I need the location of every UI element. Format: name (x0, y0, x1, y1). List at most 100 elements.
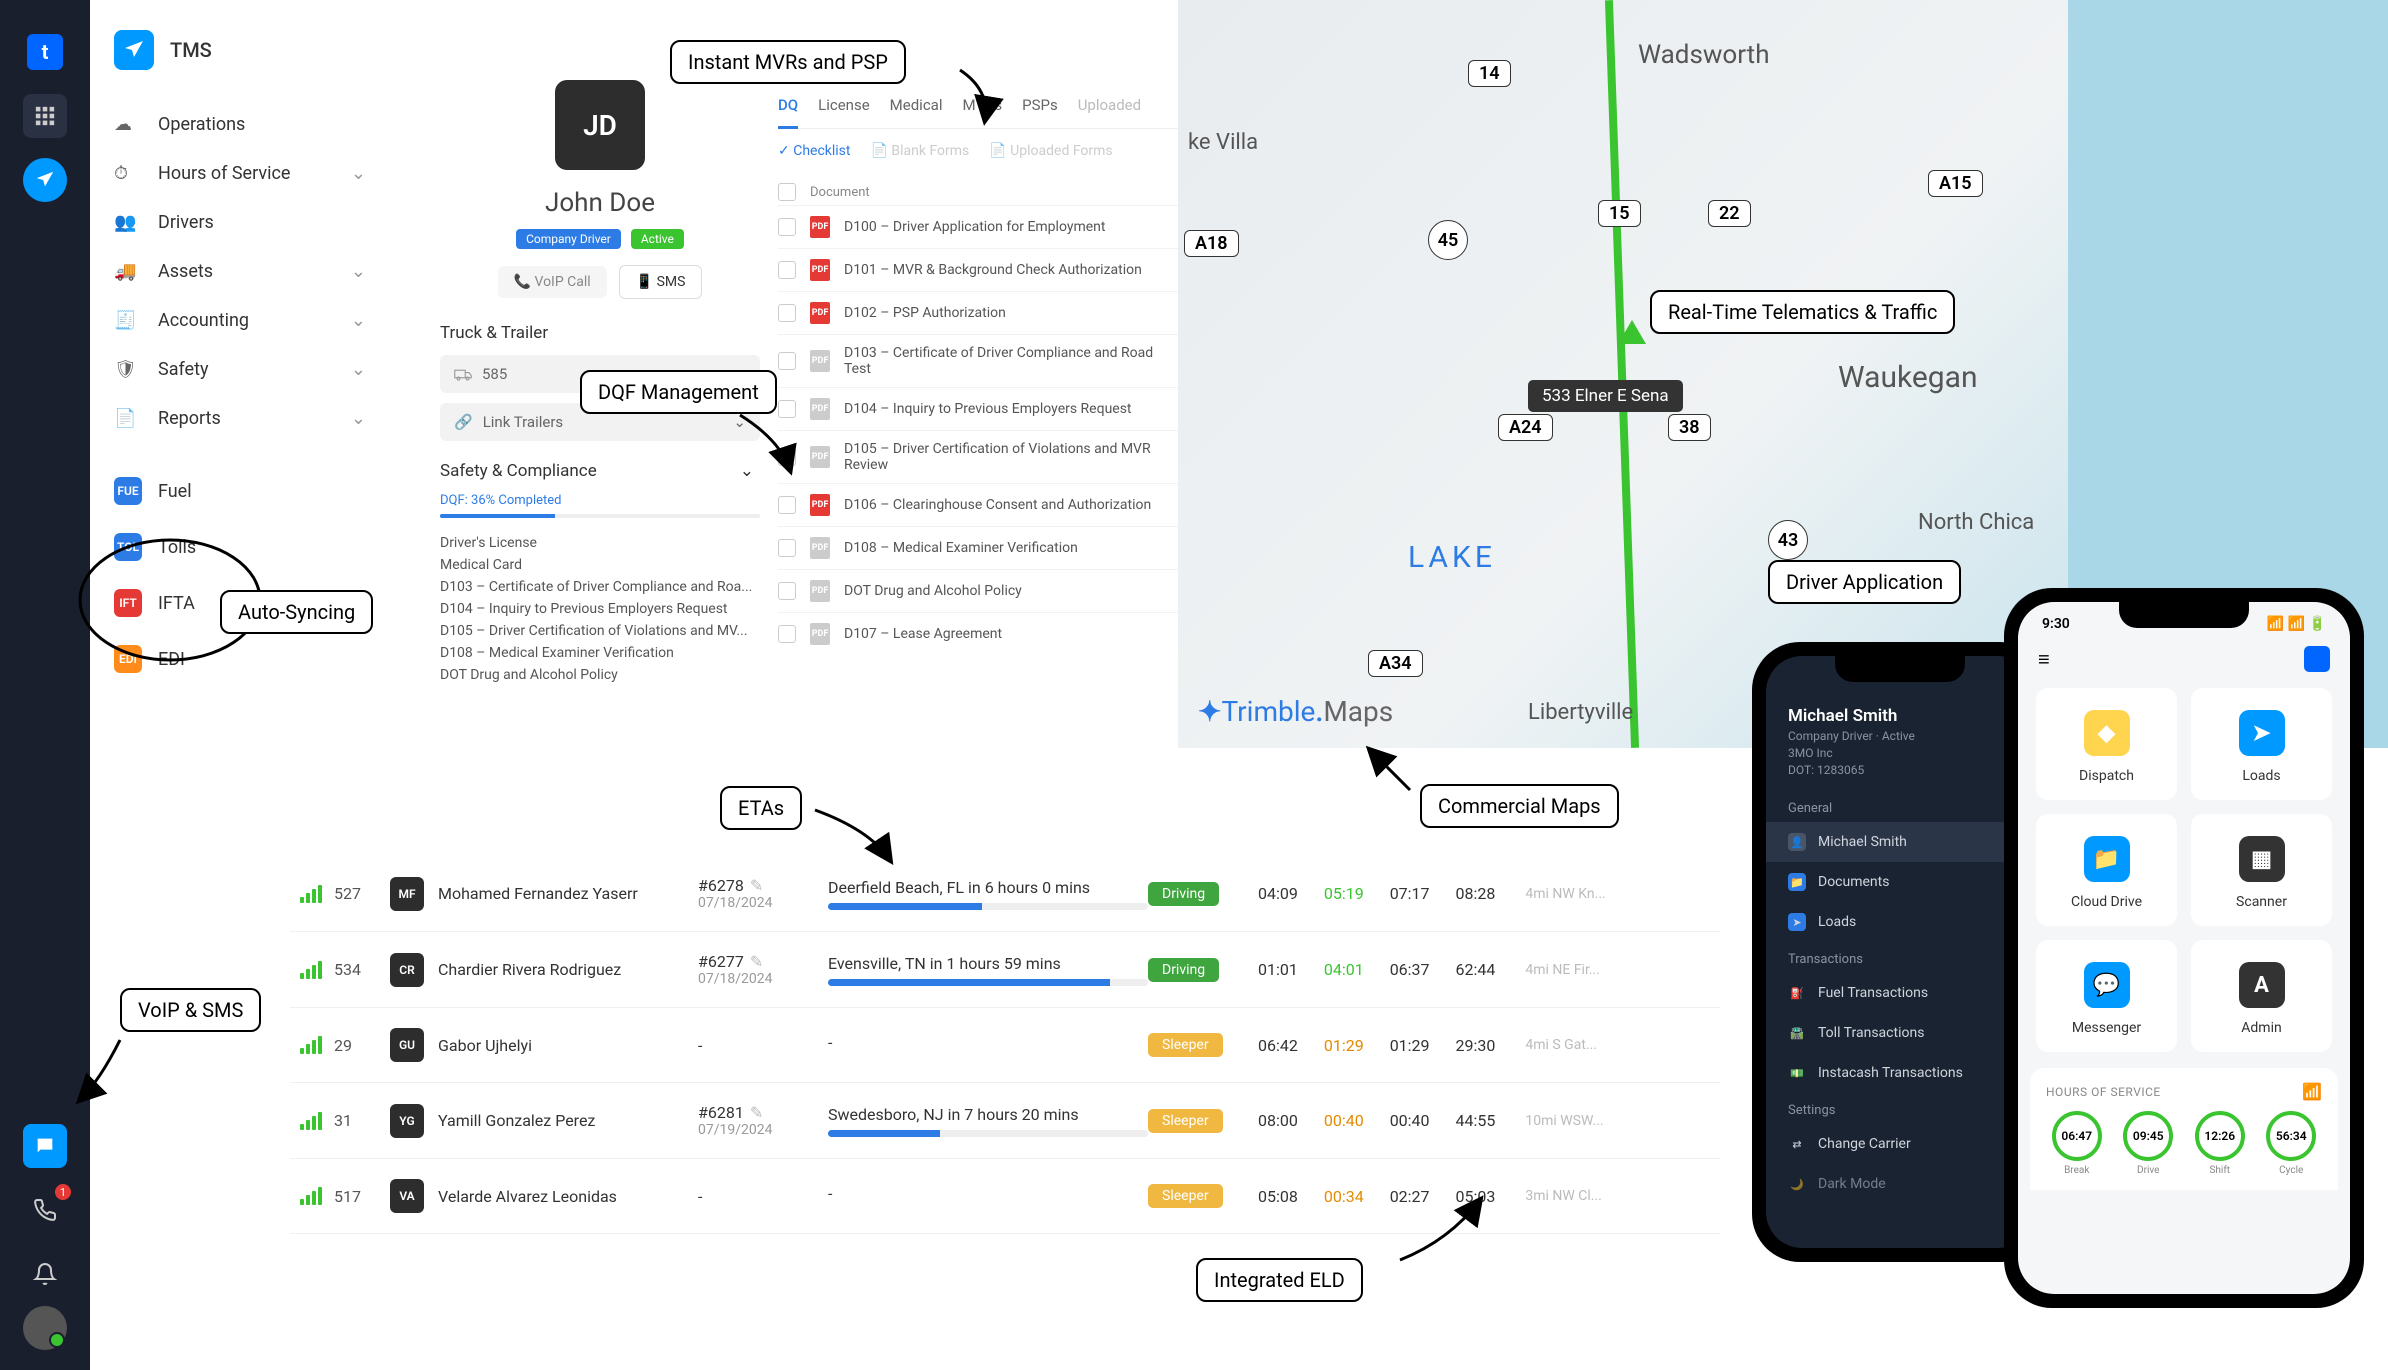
document-row[interactable]: PDFD105 – Driver Certification of Violat… (778, 430, 1178, 483)
document-row[interactable]: PDFD107 – Lease Agreement (778, 612, 1178, 655)
document-row[interactable]: PDFD103 – Certificate of Driver Complian… (778, 334, 1178, 387)
sidebar-item-operations[interactable]: ☁Operations (90, 100, 390, 149)
mobile-nav-carrier[interactable]: ⇄Change Carrier (1766, 1124, 2034, 1164)
app-tile-admin[interactable]: AAdmin (2191, 940, 2332, 1052)
load-date: 07/18/2024 (698, 971, 828, 987)
doc-checkbox[interactable] (778, 625, 796, 643)
edit-icon[interactable]: ✎ (750, 952, 763, 971)
doc-checkbox[interactable] (778, 539, 796, 557)
dispatch-row[interactable]: 29GUGabor Ujhelyi--Sleeper06:4201:2901:2… (290, 1008, 1720, 1083)
app-tile-loads[interactable]: ➤Loads (2191, 688, 2332, 800)
sidebar-item-tolls[interactable]: TOLTolls (90, 519, 390, 575)
app-tile-scanner[interactable]: ▦Scanner (2191, 814, 2332, 926)
menu-icon[interactable]: ≡ (2038, 647, 2050, 672)
app-tile-messenger[interactable]: 💬Messenger (2036, 940, 2177, 1052)
map-address-marker[interactable]: 533 Elner E Sena (1528, 380, 1683, 412)
load-number: #6278 ✎ (698, 876, 828, 895)
dqf-toolbar-checklist[interactable]: ✓ Checklist (778, 143, 851, 159)
eta-text: - (828, 1184, 1148, 1203)
dqf-toolbar-blank-forms[interactable]: 📄 Blank Forms (871, 143, 970, 159)
document-row[interactable]: PDFD108 – Medical Examiner Verification (778, 526, 1178, 569)
truck-number: 517 (334, 1187, 390, 1206)
location-note: 4mi S Gat... (1525, 1037, 1655, 1053)
app-tile-dispatch[interactable]: ◆Dispatch (2036, 688, 2177, 800)
integration-icon: IFT (114, 589, 142, 617)
select-all-checkbox[interactable] (778, 183, 796, 201)
bell-icon[interactable] (23, 1252, 67, 1296)
dispatch-row[interactable]: 534CRChardier Rivera Rodriguez#6277 ✎07/… (290, 932, 1720, 1008)
sidebar-item-hours-of-service[interactable]: ⏱Hours of Service⌄ (90, 149, 390, 198)
document-row[interactable]: PDFD102 – PSP Authorization (778, 291, 1178, 334)
phone-icon[interactable]: 1 (23, 1188, 67, 1232)
rail-logo[interactable]: t (23, 30, 67, 74)
driver-name-cell: Chardier Rivera Rodriguez (438, 960, 698, 979)
location-note: 10mi WSW... (1525, 1113, 1655, 1129)
sms-button[interactable]: 📱 SMS (619, 265, 703, 299)
edit-icon[interactable]: ✎ (750, 876, 763, 895)
compliance-item[interactable]: D105 – Driver Certification of Violation… (440, 620, 760, 642)
voip-call-button[interactable]: 📞 VoIP Call (498, 266, 607, 298)
compliance-item[interactable]: Medical Card (440, 554, 760, 576)
dispatch-row[interactable]: 527MFMohamed Fernandez Yaserr#6278 ✎07/1… (290, 856, 1720, 932)
phone-badge: 1 (55, 1184, 71, 1200)
driver-initials: GU (390, 1028, 424, 1062)
doc-checkbox[interactable] (778, 304, 796, 322)
compliance-item[interactable]: Driver's License (440, 532, 760, 554)
sidebar-item-accounting[interactable]: 🧾Accounting⌄ (90, 296, 390, 345)
sidebar-item-safety[interactable]: 🛡Safety⌄ (90, 345, 390, 394)
compliance-item[interactable]: D108 – Medical Examiner Verification (440, 642, 760, 664)
doc-checkbox[interactable] (778, 448, 796, 466)
dqf-tab-mvrs[interactable]: MVRs (962, 96, 1002, 122)
mobile-nav-fuel[interactable]: ⛽Fuel Transactions (1766, 973, 2034, 1013)
mobile-nav-profile[interactable]: 👤Michael Smith (1766, 822, 2034, 862)
document-row[interactable]: PDFDOT Drug and Alcohol Policy (778, 569, 1178, 612)
sidebar-item-assets[interactable]: 🚚Assets⌄ (90, 247, 390, 296)
tile-icon: 💬 (2084, 962, 2130, 1008)
dispatch-row[interactable]: 31YGYamill Gonzalez Perez#6281 ✎07/19/20… (290, 1083, 1720, 1159)
document-row[interactable]: PDFD104 – Inquiry to Previous Employers … (778, 387, 1178, 430)
dqf-progress-bar (440, 514, 760, 518)
dqf-tab-medical[interactable]: Medical (890, 96, 943, 122)
sidebar-header: TMS (90, 20, 390, 100)
dqf-tab-psps[interactable]: PSPs (1022, 96, 1058, 122)
dqf-tab-uploaded[interactable]: Uploaded (1078, 96, 1141, 122)
doc-checkbox[interactable] (778, 218, 796, 236)
dqf-tab-dq[interactable]: DQ (778, 96, 798, 129)
compliance-item[interactable]: D104 – Inquiry to Previous Employers Req… (440, 598, 760, 620)
mobile-driver-name: Michael Smith (1788, 706, 2012, 726)
mobile-nav-loads[interactable]: ➤Loads (1766, 902, 2034, 942)
signal-icon (300, 961, 322, 979)
document-row[interactable]: PDFD106 – Clearinghouse Consent and Auth… (778, 483, 1178, 526)
truck-number: 527 (334, 884, 390, 903)
grid-icon[interactable] (23, 94, 67, 138)
mobile-nav-toll[interactable]: 🛣️Toll Transactions (1766, 1013, 2034, 1053)
document-row[interactable]: PDFD101 – MVR & Background Check Authori… (778, 248, 1178, 291)
compliance-item[interactable]: D103 – Certificate of Driver Compliance … (440, 576, 760, 598)
sidebar-item-drivers[interactable]: 👥Drivers (90, 198, 390, 247)
sidebar-item-reports[interactable]: 📄Reports⌄ (90, 394, 390, 443)
dqf-tab-license[interactable]: License (818, 96, 870, 122)
user-avatar[interactable] (23, 1306, 67, 1350)
doc-checkbox[interactable] (778, 261, 796, 279)
app-logo-icon (114, 30, 154, 70)
doc-checkbox[interactable] (778, 582, 796, 600)
document-row[interactable]: PDFD100 – Driver Application for Employm… (778, 205, 1178, 248)
dqf-toolbar-uploaded-forms[interactable]: 📄 Uploaded Forms (989, 143, 1112, 159)
mobile-nav-darkmode[interactable]: 🌙Dark Mode (1766, 1164, 2034, 1204)
pdf-icon: PDF (810, 494, 830, 516)
doc-checkbox[interactable] (778, 400, 796, 418)
sidebar-item-edi[interactable]: EDIEDI (90, 631, 390, 687)
location-icon[interactable] (23, 158, 67, 202)
doc-checkbox[interactable] (778, 496, 796, 514)
compliance-item[interactable]: DOT Drug and Alcohol Policy (440, 664, 760, 686)
sidebar-item-fuel[interactable]: FUEFuel (90, 463, 390, 519)
chat-icon[interactable] (23, 1124, 67, 1168)
app-tile-cloud-drive[interactable]: 📁Cloud Drive (2036, 814, 2177, 926)
safety-compliance-header[interactable]: Safety & Compliance ⌄ (440, 461, 760, 481)
mobile-nav-instacash[interactable]: 💵Instacash Transactions (1766, 1053, 2034, 1093)
mobile-nav-documents[interactable]: 📁Documents (1766, 862, 2034, 902)
phone-status-icons: 📶 📶 🔋 (2267, 616, 2326, 632)
dispatch-row[interactable]: 517VAVelarde Alvarez Leonidas--Sleeper05… (290, 1159, 1720, 1234)
edit-icon[interactable]: ✎ (750, 1103, 763, 1122)
doc-checkbox[interactable] (778, 352, 796, 370)
